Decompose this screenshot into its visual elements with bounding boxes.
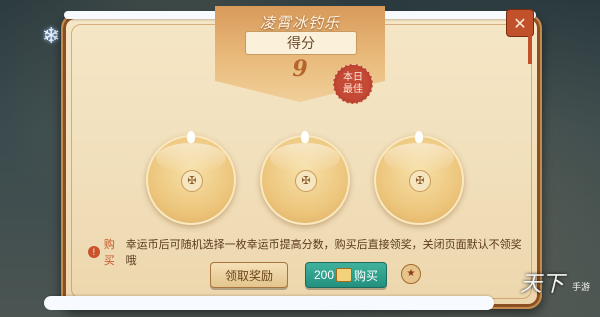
buy-price: 200 — [313, 268, 334, 282]
info-icon: ! — [88, 246, 100, 258]
emblem-icon: ✠ — [409, 170, 431, 192]
buy-label: 购买 — [354, 268, 379, 283]
lucky-coin-cup[interactable]: ✠ — [374, 131, 464, 225]
today-best-badge: 本日最佳 — [333, 64, 373, 104]
claim-reward-button[interactable]: 领取奖励 — [210, 262, 288, 288]
flame-icon — [301, 131, 309, 143]
tassel-decoration — [528, 34, 532, 64]
emblem-icon: ✠ — [181, 170, 203, 192]
close-icon: ✕ — [513, 13, 527, 33]
snow-decoration-bottom — [44, 296, 494, 310]
emblem-icon: ✠ — [295, 170, 317, 192]
window-title: 凌霄冰钓乐 — [259, 14, 340, 32]
game-logo: 天下 — [520, 272, 565, 297]
buy-button[interactable]: 200 购买 — [305, 262, 387, 288]
lucky-coin-icon — [336, 268, 352, 282]
flame-icon — [415, 131, 423, 143]
cup-shine — [270, 143, 340, 173]
score-value: 9 — [292, 56, 308, 82]
lucky-coin-cup[interactable]: ✠ — [146, 131, 236, 225]
snowflake-icon: ❄ — [42, 24, 61, 49]
close-button[interactable]: ✕ — [506, 9, 534, 37]
game-logo-sub: 手游 — [572, 283, 591, 293]
flame-icon — [187, 131, 195, 143]
notice-highlight: 购买 — [103, 239, 115, 267]
today-best-label: 本日最佳 — [343, 72, 363, 95]
score-label: 得分 — [245, 31, 357, 55]
cup-shine — [384, 143, 454, 173]
lucky-coin-cup[interactable]: ✠ — [260, 131, 350, 225]
claim-reward-label: 领取奖励 — [224, 268, 273, 283]
medal-icon[interactable]: ★ — [401, 264, 421, 284]
cup-shine — [156, 143, 226, 173]
